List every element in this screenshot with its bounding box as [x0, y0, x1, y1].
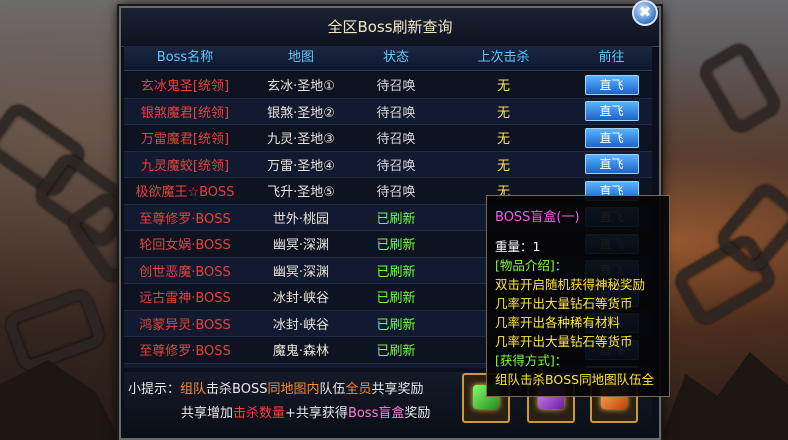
boss-last-kill: 无 [496, 79, 510, 95]
boss-map: 九灵·圣地③ [267, 132, 335, 148]
tip-prefix: 小提示： [128, 382, 181, 397]
fly-button[interactable]: 直飞 [584, 154, 639, 175]
tip-share-get: +共享获得 [285, 406, 348, 421]
boss-name: 万雷魔君[统领] [140, 132, 230, 148]
header-last-kill: 上次击杀 [477, 50, 530, 65]
boss-map: 幽冥·深渊 [272, 264, 330, 280]
boss-name: 极欲魔王☆BOSS [135, 185, 235, 201]
boss-map: 万雷·圣地④ [267, 158, 335, 174]
fly-button[interactable]: 直飞 [584, 101, 639, 122]
item-tooltip: BOSS盲盒(一) 重量：1 [物品介绍]： 双击开启随机获得神秘奖励 几率开出… [486, 195, 670, 397]
boss-row: 万雷魔君[统领] 九灵·圣地③ 待召唤 无 直飞 [124, 125, 652, 152]
boss-name: 九灵魔蛟[统领] [140, 158, 230, 174]
boss-status: 已刷新 [356, 367, 436, 368]
panel-title: 全区Boss刷新查询 [121, 8, 659, 47]
boss-status: 待召唤 [376, 185, 416, 201]
go-cell: 直飞 [571, 154, 652, 175]
tooltip-intro-line: 双击开启随机获得神秘奖励 [495, 277, 646, 292]
tip-share-add: 共享增加 [181, 406, 234, 421]
boss-last-kill: 无 [496, 158, 510, 174]
tooltip-intro-line: 几率开出大量钻石等货币 [495, 334, 633, 349]
boss-map: 魔鬼·森林 [272, 344, 330, 360]
tip-same-map: 同地图内 [267, 382, 320, 397]
tip-share-reward: 共享奖励 [371, 382, 424, 397]
tooltip-intro-line: 几率开出大量钻石等货币 [495, 296, 633, 311]
boss-last-kill: 无 [496, 132, 510, 148]
tooltip-intro-line: 几率开出各种稀有材料 [495, 315, 621, 330]
boss-name: 轮回女娲·BOSS [124, 367, 246, 368]
boss-last-kill: 无 [496, 105, 510, 121]
boss-status: 已刷新 [376, 264, 416, 280]
tip-all: 全员 [345, 382, 372, 397]
header-boss-name: Boss名称 [156, 50, 214, 65]
boss-status: 已刷新 [376, 291, 416, 307]
go-cell: 直飞 [571, 101, 652, 122]
tip-kill-boss: 击杀BOSS [206, 382, 268, 397]
tip-kill-count: 击杀数量 [233, 406, 286, 421]
boss-map: 魔鬼·森林 [246, 367, 356, 368]
boss-status: 待召唤 [376, 132, 416, 148]
boss-map: 玄冰·圣地① [267, 79, 335, 95]
fly-button[interactable]: 直飞 [584, 127, 639, 148]
boss-name: 玄冰鬼圣[统领] [140, 79, 230, 95]
boss-row: 玄冰鬼圣[统领] 玄冰·圣地① 待召唤 无 直飞 [124, 72, 652, 99]
tip-line-2: 共享增加击杀数量+共享获得Boss盲盒奖励 [181, 402, 430, 421]
boss-map: 幽冥·深渊 [272, 238, 330, 254]
boss-name: 银煞魔君[统领] [140, 105, 230, 121]
boss-status: 待召唤 [376, 105, 416, 121]
tooltip-obtain-header: [获得方式]： [495, 353, 568, 368]
boss-status: 已刷新 [376, 344, 416, 360]
boss-name: 至尊修罗·BOSS [139, 344, 231, 360]
boss-map: 世外·桃园 [272, 211, 330, 227]
boss-status: 已刷新 [376, 211, 416, 227]
close-icon[interactable]: ✖ [632, 0, 658, 26]
go-cell: 直飞 [571, 74, 652, 95]
boss-map: 冰封·峡谷 [272, 317, 330, 333]
header-go: 前往 [598, 50, 625, 65]
boss-name: 至尊修罗·BOSS [139, 211, 231, 227]
tooltip-intro-header: [物品介绍]： [495, 258, 568, 273]
tooltip-weight: 重量：1 [495, 239, 541, 254]
tip-reward: 奖励 [404, 406, 431, 421]
boss-status: 已刷新 [376, 317, 416, 333]
fly-button[interactable]: 直飞 [584, 74, 639, 95]
boss-status: 待召唤 [376, 158, 416, 174]
header-status: 状态 [382, 50, 409, 65]
tip-team-members: 队伍 [319, 382, 346, 397]
boss-name: 鸿蒙异灵·BOSS [139, 317, 231, 333]
tip-boss-box: Boss盲盒 [347, 406, 405, 421]
boss-name: 创世恶魔·BOSS [139, 264, 231, 280]
boss-status: 已刷新 [376, 238, 416, 254]
boss-map: 冰封·峡谷 [272, 291, 330, 307]
tip-team: 组队 [180, 382, 207, 397]
boss-row: 九灵魔蛟[统领] 万雷·圣地④ 待召唤 无 直飞 [124, 151, 652, 178]
tip-line-1: 小提示：组队击杀BOSS同地图内队伍全员共享奖励 [128, 378, 424, 397]
boss-name: 轮回女娲·BOSS [139, 238, 231, 254]
boss-map: 银煞·圣地② [267, 105, 335, 121]
boss-name: 远古雷神·BOSS [139, 291, 231, 307]
boss-status: 待召唤 [376, 79, 416, 95]
boss-row: 银煞魔君[统领] 银煞·圣地② 待召唤 无 直飞 [124, 98, 652, 125]
table-header: Boss名称 地图 状态 上次击杀 前往 [124, 46, 652, 71]
tooltip-obtain-line: 组队击杀BOSS同地图队伍全 [495, 372, 655, 387]
tooltip-title: BOSS盲盒(一) [495, 210, 580, 225]
header-map: 地图 [287, 50, 314, 65]
go-cell: 直飞 [571, 127, 652, 148]
boss-map: 飞升·圣地⑤ [267, 185, 335, 201]
